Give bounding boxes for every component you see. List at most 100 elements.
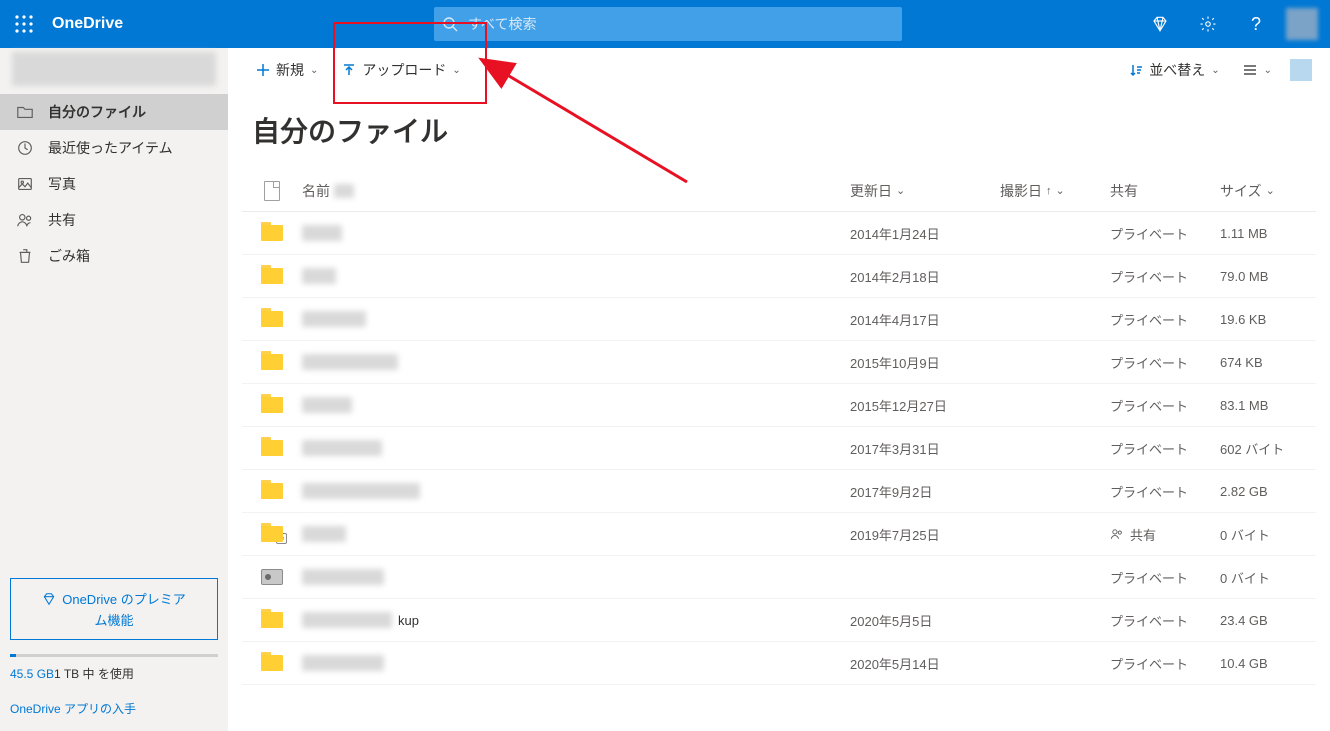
folder-icon <box>261 483 283 499</box>
cell-modified: 2020年5月5日 <box>850 611 1000 630</box>
chevron-down-icon: ⌄ <box>452 65 460 76</box>
cell-name <box>302 655 850 671</box>
cell-modified: 2020年5月14日 <box>850 654 1000 673</box>
cell-size: 1.11 MB <box>1220 226 1316 241</box>
cell-sharing: プライベート <box>1110 353 1220 372</box>
arrow-up-icon: ↑ <box>1046 185 1052 197</box>
table-row[interactable]: 2017年9月2日プライベート2.82 GB <box>242 470 1316 513</box>
sort-button[interactable]: 並べ替え ⌄ <box>1119 54 1229 86</box>
chevron-down-icon: ⌄ <box>1211 65 1219 76</box>
sort-icon <box>1129 63 1143 77</box>
table-row[interactable]: 2020年5月14日プライベート10.4 GB <box>242 642 1316 685</box>
cell-name: kup <box>302 612 850 628</box>
folder-outline-icon <box>16 103 34 121</box>
file-list: 名前 更新日 ⌄ 撮影日 ↑ ⌄ 共有 サイズ ⌄ <box>228 170 1330 685</box>
plus-icon <box>256 63 270 77</box>
gear-icon <box>1199 15 1217 33</box>
folder-icon: ⇄ <box>261 526 283 542</box>
premium-label-line2: ム機能 <box>94 610 133 629</box>
get-app-link[interactable]: OneDrive アプリの入手 <box>10 700 136 717</box>
page-title: 自分のファイル <box>228 92 1330 170</box>
table-row[interactable]: 2014年2月18日プライベート79.0 MB <box>242 255 1316 298</box>
table-row[interactable]: ⇄2019年7月25日共有0 バイト <box>242 513 1316 556</box>
upload-button-label: アップロード <box>362 60 446 80</box>
account-avatar[interactable] <box>1286 8 1318 40</box>
table-row[interactable]: 2014年4月17日プライベート19.6 KB <box>242 298 1316 341</box>
cell-icon <box>242 397 302 413</box>
storage-text: 45.5 GB1 TB 中 を使用 <box>10 665 218 682</box>
table-row[interactable]: 2014年1月24日プライベート1.11 MB <box>242 212 1316 255</box>
cell-name <box>302 311 850 327</box>
folder-icon <box>261 311 283 327</box>
folder-icon <box>261 225 283 241</box>
table-row[interactable]: 2015年12月27日プライベート83.1 MB <box>242 384 1316 427</box>
table-row[interactable]: 2017年3月31日プライベート602 バイト <box>242 427 1316 470</box>
table-row[interactable]: kup2020年5月5日プライベート23.4 GB <box>242 599 1316 642</box>
cell-size: 602 バイト <box>1220 439 1316 458</box>
cell-name <box>302 569 850 585</box>
cell-size: 23.4 GB <box>1220 613 1316 628</box>
sidebar-item-0[interactable]: 自分のファイル <box>0 94 228 130</box>
help-icon: ? <box>1251 14 1261 35</box>
cell-name <box>302 483 850 499</box>
premium-label-line1: OneDrive のプレミア <box>62 589 186 608</box>
disk-icon <box>261 569 283 585</box>
sidebar-item-label: ごみ箱 <box>48 246 90 266</box>
cell-size: 79.0 MB <box>1220 269 1316 284</box>
search-icon <box>442 16 458 32</box>
folder-icon <box>261 354 283 370</box>
column-name-label: 名前 <box>302 181 330 201</box>
chevron-down-icon: ⌄ <box>1264 65 1272 76</box>
content-area: 新規 ⌄ アップロード ⌄ 並べ替え ⌄ ⌄ 自 <box>228 48 1330 731</box>
people-icon <box>1110 527 1124 541</box>
column-sharing[interactable]: 共有 <box>1110 181 1220 201</box>
search-input[interactable] <box>434 7 902 41</box>
cell-icon <box>242 354 302 370</box>
list-lines-icon <box>1242 63 1258 77</box>
storage-bar <box>10 654 218 657</box>
cell-size: 2.82 GB <box>1220 484 1316 499</box>
cell-sharing: プライベート <box>1110 267 1220 286</box>
column-modified[interactable]: 更新日 ⌄ <box>850 181 1000 201</box>
column-size[interactable]: サイズ ⌄ <box>1220 181 1316 201</box>
file-list-header: 名前 更新日 ⌄ 撮影日 ↑ ⌄ 共有 サイズ ⌄ <box>242 170 1316 212</box>
view-options-button[interactable]: ⌄ <box>1238 57 1276 83</box>
sidebar-item-label: 最近使ったアイテム <box>48 138 173 158</box>
sidebar-item-2[interactable]: 写真 <box>0 166 228 202</box>
column-sharing-label: 共有 <box>1110 181 1138 201</box>
column-modified-label: 更新日 <box>850 181 892 201</box>
cell-sharing: プライベート <box>1110 568 1220 587</box>
cell-icon <box>242 440 302 456</box>
cell-size: 10.4 GB <box>1220 656 1316 671</box>
app-launcher-button[interactable] <box>0 0 48 48</box>
cell-sharing: プライベート <box>1110 310 1220 329</box>
sidebar-nav: 自分のファイル最近使ったアイテム写真共有ごみ箱 <box>0 94 228 274</box>
cell-name <box>302 268 850 284</box>
table-row[interactable]: 2015年10月9日プライベート674 KB <box>242 341 1316 384</box>
help-button[interactable]: ? <box>1232 0 1280 48</box>
sidebar-item-label: 共有 <box>48 210 76 230</box>
settings-button[interactable] <box>1184 0 1232 48</box>
photo-icon <box>16 175 34 193</box>
column-name[interactable]: 名前 <box>302 181 850 201</box>
sidebar-item-1[interactable]: 最近使ったアイテム <box>0 130 228 166</box>
sidebar-user-block[interactable] <box>12 52 216 86</box>
sidebar-item-3[interactable]: 共有 <box>0 202 228 238</box>
cell-size: 0 バイト <box>1220 568 1316 587</box>
new-button[interactable]: 新規 ⌄ <box>246 54 328 86</box>
sidebar-item-4[interactable]: ごみ箱 <box>0 238 228 274</box>
folder-icon <box>261 268 283 284</box>
info-pane-button[interactable] <box>1290 59 1312 81</box>
upload-button[interactable]: アップロード ⌄ <box>332 54 470 86</box>
premium-features-button[interactable]: OneDrive のプレミア ム機能 <box>10 578 218 640</box>
column-date-taken-label: 撮影日 <box>1000 181 1042 201</box>
brand-title[interactable]: OneDrive <box>48 15 123 33</box>
column-name-sort-blur <box>334 184 354 198</box>
waffle-icon <box>15 15 33 33</box>
table-row[interactable]: プライベート0 バイト <box>242 556 1316 599</box>
premium-diamond-button[interactable] <box>1136 0 1184 48</box>
header-actions: ? <box>1136 0 1330 48</box>
chevron-down-icon: ⌄ <box>896 184 905 197</box>
cell-size: 0 バイト <box>1220 525 1316 544</box>
column-date-taken[interactable]: 撮影日 ↑ ⌄ <box>1000 181 1110 201</box>
